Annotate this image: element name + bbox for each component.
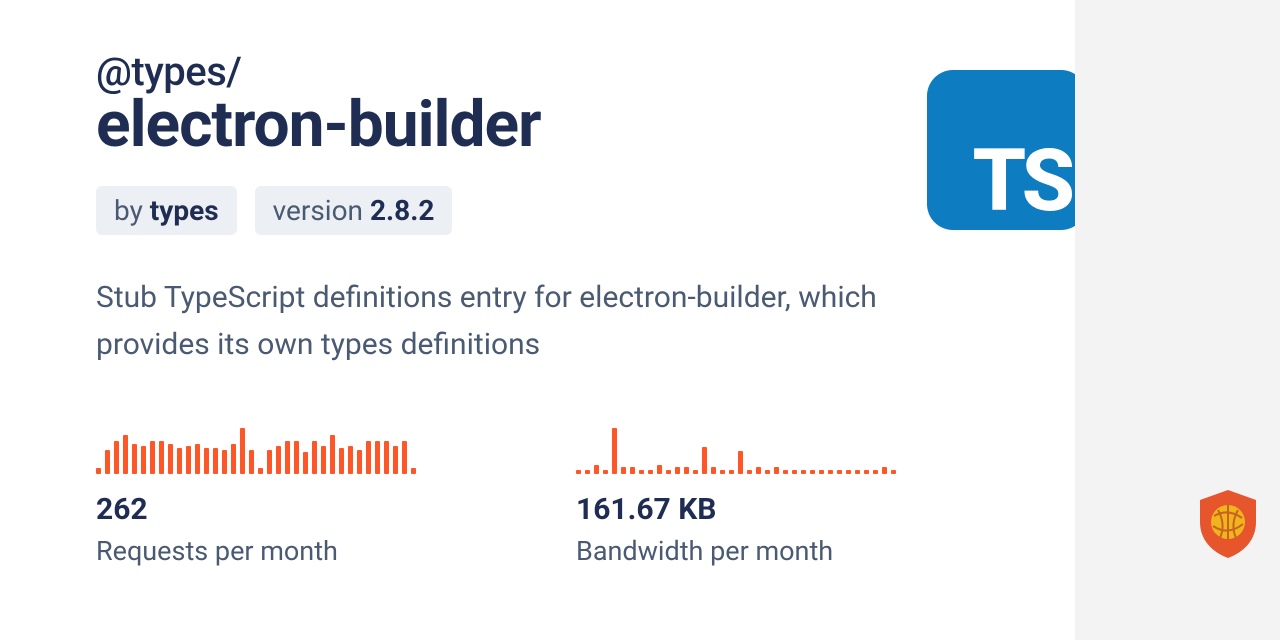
spark-bar	[765, 470, 770, 475]
spark-bar	[321, 446, 326, 474]
spark-bar	[132, 444, 137, 475]
spark-bar	[114, 441, 119, 474]
version-number: 2.8.2	[370, 194, 434, 227]
bandwidth-value: 161.67 KB	[576, 492, 1056, 527]
spark-bar	[810, 470, 815, 475]
stats-row: 262 Requests per month 161.67 KB Bandwid…	[96, 428, 1075, 567]
sidebar-strip	[1075, 0, 1280, 640]
spark-bar	[240, 428, 245, 474]
spark-bar	[684, 467, 689, 474]
spark-bar	[168, 444, 173, 475]
spark-bar	[150, 441, 155, 474]
spark-bar	[339, 448, 344, 474]
spark-bar	[702, 447, 707, 475]
spark-bar	[411, 468, 416, 475]
spark-bar	[312, 441, 317, 474]
spark-bar	[375, 441, 380, 474]
requests-label: Requests per month	[96, 535, 576, 567]
stat-bandwidth: 161.67 KB Bandwidth per month	[576, 428, 1056, 567]
spark-bar	[195, 444, 200, 475]
spark-bar	[276, 446, 281, 474]
spark-bar	[630, 467, 635, 474]
spark-bar	[123, 435, 128, 474]
spark-bar	[648, 470, 653, 475]
spark-bar	[738, 451, 743, 474]
spark-bar	[639, 470, 644, 475]
bandwidth-label: Bandwidth per month	[576, 535, 1056, 567]
version-badge[interactable]: version 2.8.2	[255, 186, 453, 235]
spark-bar	[105, 450, 110, 474]
spark-bar	[141, 446, 146, 474]
spark-bar	[357, 450, 362, 474]
spark-bar	[864, 470, 869, 475]
spark-bar	[855, 470, 860, 475]
spark-bar	[267, 450, 272, 474]
spark-bar	[729, 470, 734, 475]
spark-bar	[693, 470, 698, 475]
spark-bar	[666, 470, 671, 475]
spark-bar	[348, 446, 353, 474]
spark-bar	[96, 468, 101, 475]
spark-bar	[177, 448, 182, 474]
spark-bar	[657, 465, 662, 474]
spark-bar	[828, 470, 833, 475]
spark-bar	[366, 441, 371, 474]
package-description: Stub TypeScript definitions entry for el…	[96, 275, 916, 368]
requests-value: 262	[96, 492, 576, 527]
spark-bar	[303, 452, 308, 474]
spark-bar	[873, 470, 878, 475]
spark-bar	[186, 446, 191, 474]
spark-bar	[231, 444, 236, 475]
spark-bar	[204, 448, 209, 474]
requests-sparkline	[96, 428, 576, 474]
spark-bar	[585, 470, 590, 475]
spark-bar	[747, 470, 752, 475]
spark-bar	[621, 467, 626, 474]
spark-bar	[402, 441, 407, 474]
jsdelivr-shield-icon	[1196, 488, 1260, 560]
package-card: @types/ electron-builder by types versio…	[0, 0, 1075, 640]
spark-bar	[576, 470, 581, 475]
spark-bar	[285, 441, 290, 474]
spark-bar	[393, 446, 398, 474]
bandwidth-sparkline	[576, 428, 1056, 474]
spark-bar	[792, 470, 797, 475]
spark-bar	[819, 470, 824, 475]
spark-bar	[882, 467, 887, 474]
spark-bar	[294, 441, 299, 474]
spark-bar	[774, 467, 779, 474]
spark-bar	[612, 428, 617, 474]
spark-bar	[720, 470, 725, 475]
spark-bar	[159, 441, 164, 474]
version-prefix: version	[273, 194, 370, 227]
author-badge[interactable]: by types	[96, 186, 237, 235]
author-prefix: by	[114, 194, 150, 227]
spark-bar	[258, 468, 263, 475]
spark-bar	[213, 448, 218, 474]
spark-bar	[846, 470, 851, 475]
spark-bar	[675, 467, 680, 474]
spark-bar	[837, 470, 842, 475]
spark-bar	[384, 441, 389, 474]
typescript-logo: TS	[927, 70, 1087, 230]
spark-bar	[330, 435, 335, 474]
spark-bar	[711, 467, 716, 474]
spark-bar	[594, 465, 599, 474]
stat-requests: 262 Requests per month	[96, 428, 576, 567]
spark-bar	[603, 470, 608, 475]
spark-bar	[756, 467, 761, 474]
author-name: types	[150, 194, 219, 227]
spark-bar	[891, 470, 896, 475]
typescript-logo-text: TS	[973, 138, 1072, 224]
spark-bar	[783, 470, 788, 475]
spark-bar	[222, 450, 227, 474]
spark-bar	[801, 470, 806, 475]
spark-bar	[249, 450, 254, 474]
